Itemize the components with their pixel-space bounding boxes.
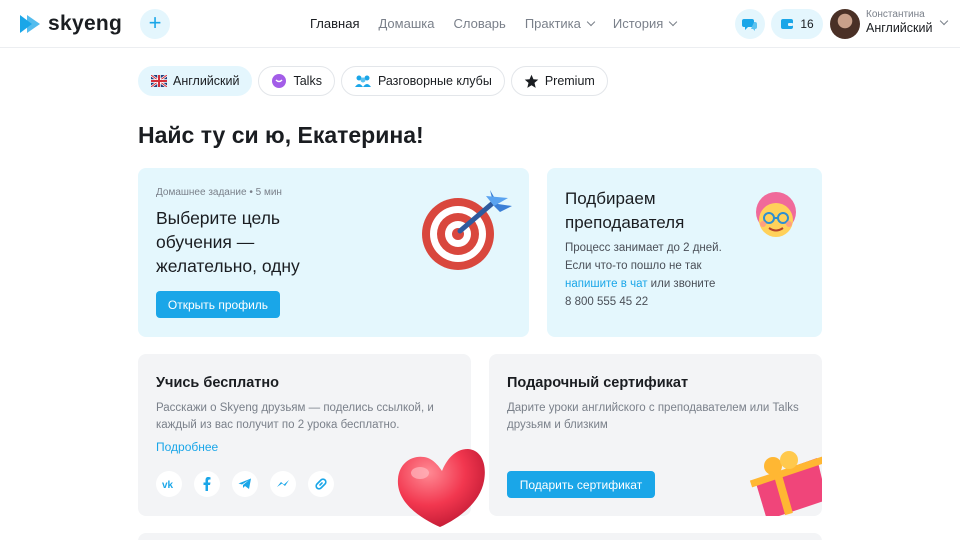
- vk-share-button[interactable]: vk: [156, 471, 182, 497]
- copy-link-button[interactable]: [308, 471, 334, 497]
- write-to-chat-link[interactable]: напишите в чат: [565, 278, 647, 290]
- skyeng-logo[interactable]: skyeng: [18, 12, 122, 36]
- nav-item-homework[interactable]: Домашка: [378, 16, 434, 31]
- balance-button[interactable]: 16: [771, 9, 823, 39]
- messenger-share-button[interactable]: [270, 471, 296, 497]
- teacher-description: Процесс занимает до 2 дней. Если что-то …: [565, 239, 805, 311]
- chat-icon: [742, 19, 757, 31]
- messenger-icon: [277, 480, 289, 487]
- gift-box-icon: [749, 451, 822, 516]
- pill-premium[interactable]: Premium: [510, 66, 608, 96]
- avatar[interactable]: [830, 9, 860, 39]
- talks-bubble-icon: [272, 74, 287, 88]
- pill-english[interactable]: Английский: [138, 66, 253, 96]
- wallet-icon: [781, 19, 794, 29]
- target-dart-icon: [422, 190, 512, 270]
- telegram-icon: [238, 478, 251, 489]
- user-menu[interactable]: Константина Английский: [866, 9, 932, 36]
- main-nav: Главная Домашка Словарь Практика История: [310, 16, 695, 31]
- teacher-avatar-icon: [756, 192, 796, 237]
- user-language: Английский: [866, 21, 933, 35]
- homework-title: Выберите цель обучения — желательно, одн…: [156, 208, 300, 276]
- pill-talks[interactable]: Talks: [258, 66, 335, 96]
- gift-description: Дарите уроки английского с преподавателе…: [507, 402, 799, 431]
- vk-icon: vk: [162, 480, 174, 489]
- heart-icon: [397, 449, 485, 527]
- share-buttons: vk: [156, 471, 334, 497]
- pill-speaking-clubs[interactable]: Разговорные клубы: [340, 66, 505, 96]
- star-icon: [524, 74, 539, 88]
- nav-item-history[interactable]: История: [613, 16, 678, 31]
- phone-number[interactable]: 8 800 555 45 22: [565, 293, 805, 311]
- free-description: Расскажи о Skyeng друзьям — поделись ссы…: [156, 402, 434, 431]
- link-icon: [315, 478, 327, 490]
- logo-play-icon: [20, 15, 40, 33]
- nav-item-practice[interactable]: Практика: [525, 16, 596, 31]
- telegram-share-button[interactable]: [232, 471, 258, 497]
- more-link[interactable]: Подробнее: [156, 440, 218, 454]
- free-title: Учись бесплатно: [156, 375, 280, 391]
- teacher-title: Подбираем преподавателя: [565, 189, 685, 232]
- uk-flag-icon: [151, 75, 167, 87]
- homework-card: Домашнее задание • 5 мин Выберите цель о…: [138, 168, 529, 337]
- open-profile-button[interactable]: Открыть профиль: [156, 291, 280, 318]
- next-card: [138, 533, 822, 540]
- people-icon: [354, 75, 371, 87]
- nav-item-home[interactable]: Главная: [310, 16, 359, 31]
- chat-button[interactable]: [735, 9, 765, 39]
- logo-text: skyeng: [48, 12, 123, 35]
- teacher-card: Подбираем преподавателя Процесс занимает…: [547, 168, 822, 337]
- balance-count: 16: [800, 17, 814, 31]
- page-title: Найс ту си ю, Екатерина!: [138, 122, 424, 148]
- user-name: Константина: [866, 9, 925, 20]
- nav-item-dictionary[interactable]: Словарь: [453, 16, 505, 31]
- chevron-down-icon[interactable]: [939, 16, 949, 26]
- top-header: skyeng + Главная Домашка Словарь Практик…: [0, 0, 960, 48]
- homework-meta: Домашнее задание • 5 мин: [156, 187, 282, 198]
- give-certificate-button[interactable]: Подарить сертификат: [507, 471, 655, 498]
- chevron-down-icon: [669, 17, 678, 27]
- chevron-down-icon: [586, 17, 596, 27]
- gift-title: Подарочный сертификат: [507, 375, 689, 391]
- gift-certificate-card: Подарочный сертификат Дарите уроки англи…: [489, 354, 822, 516]
- svg-text:vk: vk: [162, 480, 174, 489]
- facebook-share-button[interactable]: [194, 471, 220, 497]
- add-button[interactable]: +: [140, 9, 170, 39]
- product-pills: Английский Talks Разговорные клубы Premi…: [138, 66, 608, 96]
- facebook-icon: [203, 477, 211, 491]
